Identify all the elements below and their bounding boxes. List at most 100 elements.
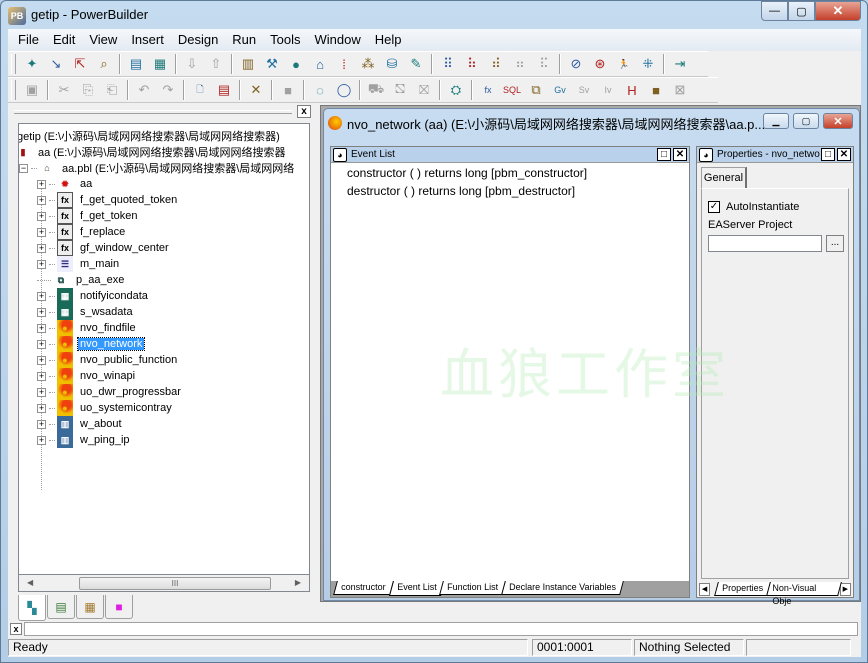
paste-sql-button[interactable]: SQL <box>501 79 523 101</box>
tree-node[interactable]: + ● nvo_winapi <box>37 368 137 384</box>
tab-declare-instance-variables[interactable]: Declare Instance Variables <box>501 581 624 595</box>
find-next-button[interactable]: ⛞ <box>389 79 411 101</box>
deploy-all-button[interactable]: ⠷ <box>461 53 483 75</box>
database-button[interactable]: ⛁ <box>381 53 403 75</box>
expand-icon[interactable]: + <box>37 435 46 445</box>
select-all-button[interactable]: ■ <box>277 79 299 101</box>
menu-run[interactable]: Run <box>225 29 263 51</box>
tab-non-visual-object[interactable]: Non-Visual Obje <box>766 582 843 606</box>
tree-node[interactable]: + fx f_get_token <box>37 208 140 224</box>
command-input[interactable] <box>24 622 858 636</box>
close-var-button[interactable]: ⊠ <box>669 79 691 101</box>
tree-horizontal-scrollbar[interactable]: ◀ III ▶ <box>18 575 310 592</box>
tree-node[interactable]: getip (E:\小源码\局域网网络搜索器\局域网网络搜索器) <box>19 128 282 144</box>
dbprofile-button[interactable]: ⁞ <box>333 53 355 75</box>
layout-button[interactable]: ▤ <box>125 53 147 75</box>
tab-constructor[interactable]: constructor <box>333 581 394 595</box>
expand-icon[interactable]: + <box>37 371 46 381</box>
replace-button[interactable]: ⛝ <box>413 79 435 101</box>
properties-close-button[interactable]: ✕ <box>837 148 851 161</box>
painter-restore-button[interactable]: ▢ <box>793 113 819 129</box>
event-list-maximize-button[interactable]: □ <box>657 148 671 161</box>
components-button[interactable]: ⁂ <box>357 53 379 75</box>
menu-tools[interactable]: Tools <box>263 29 307 51</box>
clip-tab[interactable]: ▦ <box>76 595 104 619</box>
delete-button[interactable]: ✕ <box>245 79 267 101</box>
tab-general[interactable]: General <box>701 167 747 189</box>
tree-node-label[interactable]: getip (E:\小源码\局域网网络搜索器\局域网网络搜索器) <box>19 128 282 144</box>
toolbar-grip[interactable] <box>11 54 16 74</box>
global-var-button[interactable]: Gv <box>549 79 571 101</box>
tree-node-label[interactable]: notifyicondata <box>78 290 150 302</box>
event-list-close-button[interactable]: ✕ <box>673 148 687 161</box>
properties-maximize-button[interactable]: □ <box>821 148 835 161</box>
database-painter-button[interactable]: ⌂ <box>309 53 331 75</box>
window-button[interactable]: ■ <box>645 79 667 101</box>
easerver-project-input[interactable] <box>708 235 822 252</box>
redo-button[interactable]: ↷ <box>157 79 179 101</box>
collapse-icon[interactable]: − <box>19 163 28 173</box>
save-button[interactable]: ▣ <box>21 79 43 101</box>
tree-node-label[interactable]: p_aa_exe <box>74 274 126 286</box>
tab-event-list[interactable]: Event List <box>388 581 445 596</box>
tree-node[interactable]: ⧉ p_aa_exe <box>37 272 126 288</box>
library-button[interactable]: ▥ <box>237 53 259 75</box>
tree-node-label[interactable]: nvo_winapi <box>78 370 137 382</box>
tree-node-label[interactable]: nvo_network <box>76 337 146 351</box>
tree-node[interactable]: + ▦ s_wsadata <box>37 304 135 320</box>
tree-node[interactable]: + fx gf_window_center <box>37 240 171 256</box>
menu-window[interactable]: Window <box>308 29 368 51</box>
expand-icon[interactable]: + <box>37 195 46 205</box>
preview-button[interactable]: ⌕ <box>93 53 115 75</box>
command-bar-close-button[interactable]: x <box>10 623 22 635</box>
maximize-button[interactable]: ▢ <box>788 1 815 21</box>
menu-view[interactable]: View <box>82 29 124 51</box>
components-tab[interactable]: ■ <box>105 595 133 619</box>
run-button[interactable]: 🏃 <box>613 53 635 75</box>
new-document-button[interactable]: 🗋 <box>189 79 211 101</box>
tree-node[interactable]: + ● nvo_network <box>37 336 146 352</box>
system-tree-close-button[interactable]: x <box>297 105 311 118</box>
tree-node-label[interactable]: f_replace <box>78 226 127 238</box>
scroll-right-icon[interactable]: ▶ <box>295 578 301 587</box>
expand-icon[interactable]: + <box>37 243 46 253</box>
cut-button[interactable]: ✂ <box>53 79 75 101</box>
rebuild-button[interactable]: ⠯ <box>533 53 555 75</box>
properties-view-button[interactable]: ▦ <box>149 53 171 75</box>
tree-node-label[interactable]: nvo_findfile <box>78 322 138 334</box>
debug-button[interactable]: ● <box>285 53 307 75</box>
exit-button[interactable]: ⇥ <box>669 53 691 75</box>
tree-node-label[interactable]: aa.pbl (E:\小源码\局域网网络搜索器\局域网网络 <box>60 160 296 176</box>
tree-node[interactable]: + ● nvo_findfile <box>37 320 138 336</box>
instance-var-button[interactable]: Iv <box>597 79 619 101</box>
comment-button[interactable]: ◌ <box>309 79 331 101</box>
tab-scroll-left-icon[interactable]: ◀ <box>699 582 711 596</box>
expand-icon[interactable]: + <box>37 387 46 397</box>
close-button[interactable]: ✕ <box>815 1 861 21</box>
tree-node-label[interactable]: gf_window_center <box>78 242 171 254</box>
menu-file[interactable]: File <box>11 29 46 51</box>
uncomment-button[interactable]: ◯ <box>333 79 355 101</box>
expand-icon[interactable]: + <box>37 339 46 349</box>
tree-node[interactable]: + ● uo_systemicontray <box>37 400 174 416</box>
incremental-button[interactable]: ⠾ <box>485 53 507 75</box>
paste-function-button[interactable]: fx <box>477 79 499 101</box>
stop-debug-button[interactable]: ⊘ <box>565 53 587 75</box>
undo-button[interactable]: ↶ <box>133 79 155 101</box>
tree-node-label[interactable]: uo_dwr_progressbar <box>78 386 183 398</box>
tree-node-label[interactable]: aa <box>78 178 94 190</box>
menu-insert[interactable]: Insert <box>124 29 171 51</box>
full-build-button[interactable]: ⠶ <box>509 53 531 75</box>
tree-node[interactable]: + ▥ w_ping_ip <box>37 432 132 448</box>
export-button[interactable]: ⇧ <box>205 53 227 75</box>
expand-icon[interactable]: + <box>37 307 46 317</box>
expand-icon[interactable]: + <box>37 419 46 429</box>
new-button[interactable]: ✦ <box>21 53 43 75</box>
dock-grip[interactable] <box>14 110 292 114</box>
expand-icon[interactable]: + <box>37 291 46 301</box>
system-tree-tab[interactable]: ▚ <box>18 595 46 621</box>
tree-node[interactable]: + ☰ m_main <box>37 256 121 272</box>
tree-node-label[interactable]: w_ping_ip <box>78 434 132 446</box>
tree-node-label[interactable]: aa (E:\小源码\局域网网络搜索器\局域网网络搜索器 <box>36 144 288 160</box>
tree-node-label[interactable]: uo_systemicontray <box>78 402 174 414</box>
